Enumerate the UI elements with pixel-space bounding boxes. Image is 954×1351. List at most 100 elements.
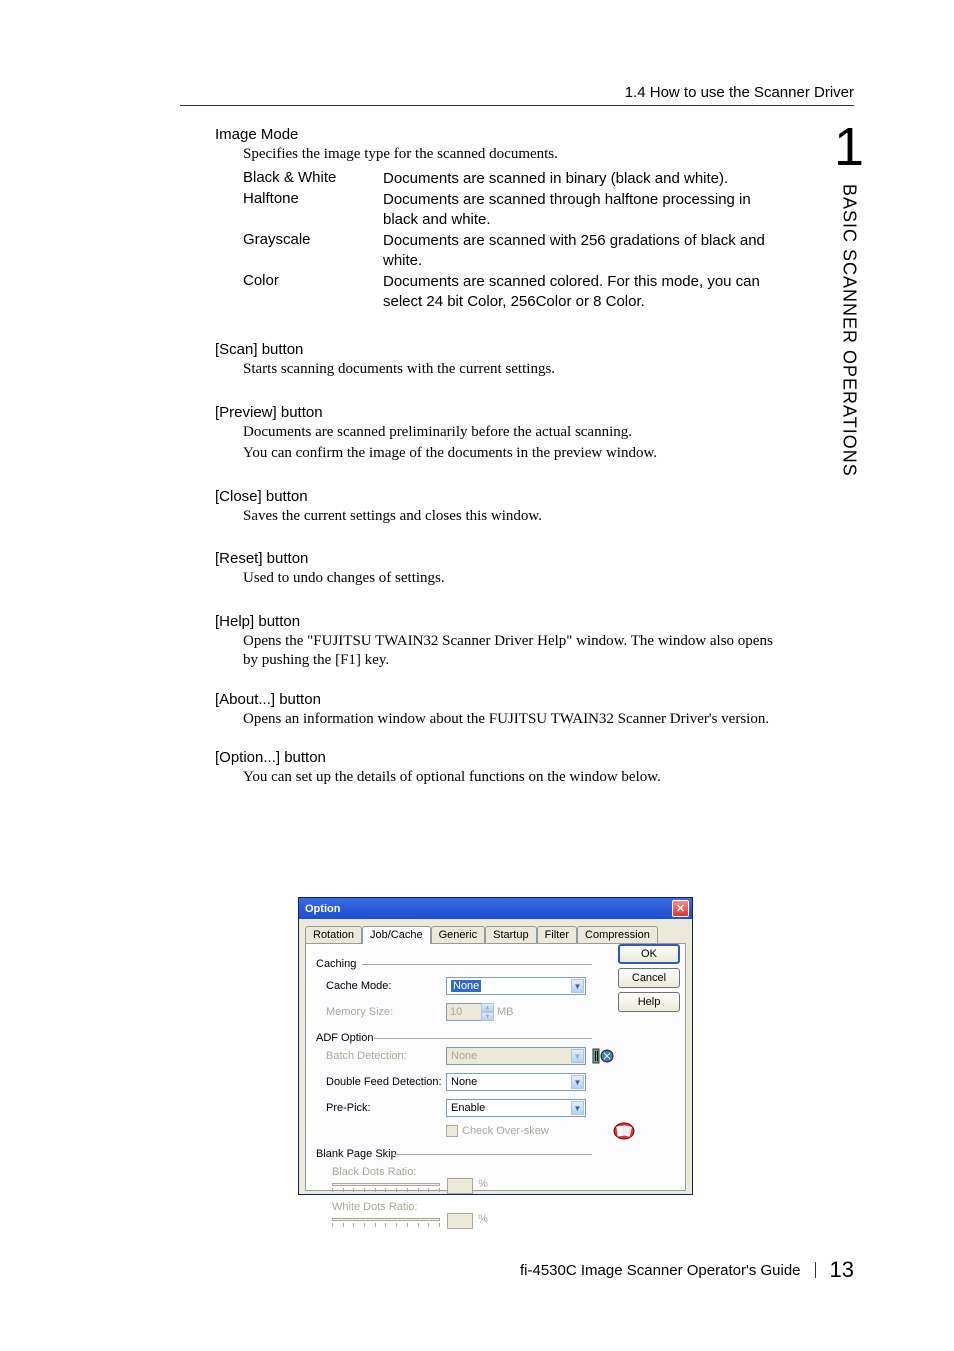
page-number: 13 [830,1257,854,1283]
help-button[interactable]: Help [618,992,680,1012]
preview-desc2: You can confirm the image of the documen… [243,444,775,464]
section-title: 1.4 How to use the Scanner Driver [180,84,854,101]
reset-heading: [Reset] button [215,550,775,567]
page-footer: fi-4530C Image Scanner Operator's Guide … [0,1257,854,1283]
memory-unit: MB [497,1006,514,1018]
slider-track [332,1183,440,1186]
spin-up-icon[interactable]: ▲ [481,1003,494,1012]
footer-guide: fi-4530C Image Scanner Operator's Guide [520,1262,801,1279]
double-feed-select[interactable]: None ▼ [446,1073,586,1091]
chevron-down-icon[interactable]: ▼ [571,1101,584,1115]
black-dots-label: Black Dots Ratio: [332,1166,675,1178]
batch-detection-value: None [451,1050,477,1062]
tab-startup[interactable]: Startup [485,926,536,944]
adf-option-label: ADF Option [316,1032,373,1044]
pre-pick-row: Pre-Pick: Enable ▼ [326,1098,675,1118]
chapter-tab: 1 BASIC SCANNER OPERATIONS [826,120,872,477]
percent-label: % [478,1178,488,1190]
mode-row: Grayscale Documents are scanned with 256… [243,231,775,270]
mode-label: Black & White [243,169,383,189]
mode-label: Grayscale [243,231,383,270]
tab-strip: Rotation Job/Cache Generic Startup Filte… [305,925,686,943]
adf-option-group: ADF Option Batch Detection: None ▼ Doubl… [316,1028,675,1140]
chevron-down-icon: ▼ [571,1049,584,1063]
close-desc: Saves the current settings and closes th… [243,507,775,527]
ok-button[interactable]: OK [618,944,680,964]
mode-label: Color [243,272,383,311]
check-overskew-label: Check Over-skew [462,1125,549,1137]
scan-desc: Starts scanning documents with the curre… [243,360,775,380]
help-heading: [Help] button [215,613,775,630]
chevron-down-icon[interactable]: ▼ [571,979,584,993]
page-content: Image Mode Specifies the image type for … [215,120,775,788]
cache-mode-select[interactable]: None ▼ [446,977,586,995]
slider-track [332,1218,440,1221]
about-desc: Opens an information window about the FU… [243,710,775,730]
mode-row: Black & White Documents are scanned in b… [243,169,775,189]
slider-ticks [332,1223,440,1228]
tab-rotation[interactable]: Rotation [305,926,362,944]
image-mode-heading: Image Mode [215,126,775,143]
white-dots-row: White Dots Ratio: % [332,1201,675,1232]
caching-label: Caching [316,958,356,970]
blank-page-skip-group: Blank Page Skip Black Dots Ratio: % Whit… [316,1144,675,1232]
mode-label: Halftone [243,190,383,229]
check-overskew-checkbox [446,1125,458,1137]
scan-heading: [Scan] button [215,341,775,358]
mode-desc: Documents are scanned colored. For this … [383,272,775,311]
tab-job-cache[interactable]: Job/Cache [362,926,431,944]
about-heading: [About...] button [215,691,775,708]
pre-pick-label: Pre-Pick: [326,1102,446,1114]
percent-label: % [478,1213,488,1225]
dialog-title: Option [305,903,340,915]
blank-page-skip-label: Blank Page Skip [316,1148,397,1160]
mode-desc: Documents are scanned in binary (black a… [383,169,728,189]
close-icon[interactable]: ✕ [672,900,689,917]
mode-desc: Documents are scanned through halftone p… [383,190,775,229]
dialog-buttons: OK Cancel Help [618,944,680,1012]
preview-heading: [Preview] button [215,404,775,421]
memory-size-label: Memory Size: [326,1006,446,1018]
memory-size-spinner: 10 [446,1003,482,1021]
tab-generic[interactable]: Generic [431,926,486,944]
batch-detection-row: Batch Detection: None ▼ [326,1046,675,1066]
mode-row: Halftone Documents are scanned through h… [243,190,775,229]
spin-down-icon[interactable]: ▼ [481,1012,494,1021]
pre-pick-value: Enable [451,1102,485,1114]
dialog-titlebar[interactable]: Option ✕ [299,898,692,919]
image-mode-desc: Specifies the image type for the scanned… [243,145,775,165]
black-dots-slider [332,1180,440,1194]
overskew-icon [613,1122,635,1140]
patch-code-icon [592,1047,614,1065]
chevron-down-icon[interactable]: ▼ [571,1075,584,1089]
tab-filter[interactable]: Filter [537,926,577,944]
double-feed-value: None [451,1076,477,1088]
group-divider [374,1038,592,1040]
option-heading: [Option...] button [215,749,775,766]
batch-detection-label: Batch Detection: [326,1050,446,1062]
chapter-number: 1 [834,120,864,174]
cache-mode-value: None [451,980,481,992]
batch-detection-select: None ▼ [446,1047,586,1065]
group-divider [394,1154,592,1156]
group-divider [362,964,592,966]
black-dots-row: Black Dots Ratio: % [332,1166,675,1197]
mode-row: Color Documents are scanned colored. For… [243,272,775,311]
image-mode-table: Black & White Documents are scanned in b… [243,169,775,312]
tab-compression[interactable]: Compression [577,926,658,944]
chapter-label: BASIC SCANNER OPERATIONS [839,184,860,477]
close-heading: [Close] button [215,488,775,505]
help-desc: Opens the "FUJITSU TWAIN32 Scanner Drive… [243,632,775,671]
white-dots-label: White Dots Ratio: [332,1201,675,1213]
white-dots-value [447,1213,473,1229]
reset-desc: Used to undo changes of settings. [243,569,775,589]
pre-pick-select[interactable]: Enable ▼ [446,1099,586,1117]
preview-desc1: Documents are scanned preliminarily befo… [243,423,775,443]
black-dots-value [447,1178,473,1194]
option-desc: You can set up the details of optional f… [243,768,775,788]
check-overskew-row: Check Over-skew [446,1122,675,1140]
cache-mode-label: Cache Mode: [326,980,446,992]
slider-ticks [332,1188,440,1193]
cancel-button[interactable]: Cancel [618,968,680,988]
option-dialog: Option ✕ Rotation Job/Cache Generic Star… [298,897,693,1195]
